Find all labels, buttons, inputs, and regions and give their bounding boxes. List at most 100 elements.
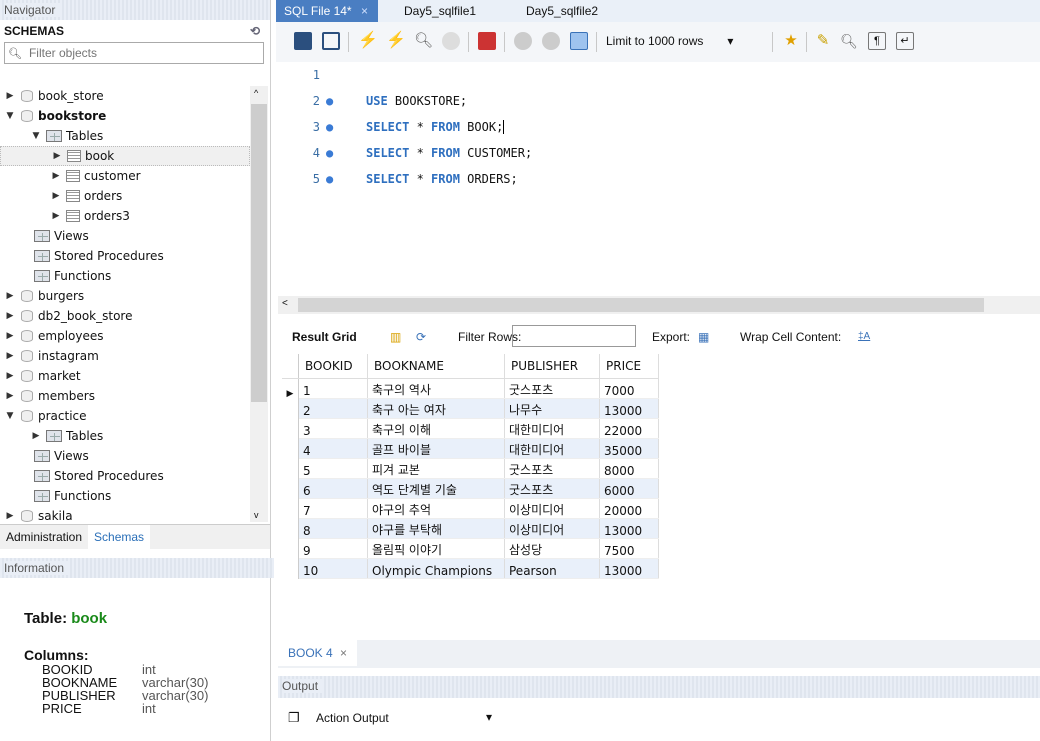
grid-cell[interactable]: 8000 [599, 458, 659, 479]
close-icon[interactable]: × [340, 646, 347, 660]
tree-item[interactable]: ▶ book [0, 146, 250, 166]
grid-cell[interactable]: 13000 [599, 398, 659, 419]
copy-icon[interactable]: ❐ [288, 710, 300, 726]
grid-cell[interactable]: 20000 [599, 498, 659, 519]
grid-cell[interactable]: 7500 [599, 538, 659, 559]
tree-item[interactable]: ▼ bookstore [0, 106, 250, 126]
row-header[interactable] [282, 498, 299, 519]
chevron-right-icon[interactable]: ▶ [30, 426, 42, 446]
chevron-right-icon[interactable]: ▶ [50, 186, 62, 206]
grid-cell[interactable]: 35000 [599, 438, 659, 459]
column-header[interactable]: PUBLISHER [504, 354, 600, 379]
row-header[interactable] [282, 538, 299, 559]
tree-item[interactable]: Functions [0, 266, 250, 286]
tab-day5-sqlfile1[interactable]: Day5_sqlfile1 [404, 0, 476, 22]
tree-item[interactable]: ▶ instagram [0, 346, 250, 366]
table-row[interactable]: 7 야구의 추억 이상미디어 20000 [282, 498, 659, 519]
chevron-down-icon[interactable]: ▼ [30, 126, 42, 146]
chevron-down-icon[interactable]: ▼ [4, 406, 16, 426]
grid-cell[interactable]: 5 [298, 458, 368, 479]
table-row[interactable]: 10 Olympic Champions Pearson 13000 [282, 558, 659, 579]
editor-hscroll-thumb[interactable] [298, 298, 984, 312]
table-row[interactable]: 6 역도 단계별 기술 굿스포츠 6000 [282, 478, 659, 499]
error-toggle-icon[interactable] [478, 32, 496, 50]
chevron-right-icon[interactable]: ▶ [50, 206, 62, 226]
chevron-right-icon[interactable]: ▶ [4, 366, 16, 386]
tree-item[interactable]: Functions [0, 486, 250, 506]
tree-item[interactable]: ▶ members [0, 386, 250, 406]
tree-item[interactable]: ▶ employees [0, 326, 250, 346]
execute-icon[interactable]: ⚡ [358, 32, 378, 50]
grid-cell[interactable]: 1 [298, 378, 368, 399]
tree-item[interactable]: ▶ sakila [0, 506, 250, 522]
chevron-right-icon[interactable]: ▶ [4, 86, 16, 106]
grid-cell[interactable]: 대한미디어 [504, 418, 600, 439]
chevron-right-icon[interactable]: ▶ [4, 326, 16, 346]
tree-item[interactable]: Stored Procedures [0, 466, 250, 486]
tab-day5-sqlfile2[interactable]: Day5_sqlfile2 [526, 0, 598, 22]
filter-objects-field[interactable]: 🔍︎ [4, 42, 264, 64]
tree-item[interactable]: ▶ db2_book_store [0, 306, 250, 326]
grid-cell[interactable]: 대한미디어 [504, 438, 600, 459]
code-line[interactable]: 4 ● SELECT * FROM CUSTOMER; [276, 144, 1036, 162]
row-header[interactable] [282, 478, 299, 499]
tree-item[interactable]: ▶ book_store [0, 86, 250, 106]
grid-cell[interactable]: 굿스포츠 [504, 458, 600, 479]
grid-cell[interactable]: 9 [298, 538, 368, 559]
grid-cell[interactable]: 10 [298, 558, 368, 579]
result-grid[interactable]: BOOKID BOOKNAME PUBLISHER PRICE ▶ 1 축구의 역사 굿스포츠… [282, 354, 659, 579]
grid-cell[interactable]: 8 [298, 518, 368, 539]
tree-item[interactable]: Stored Procedures [0, 246, 250, 266]
stop-icon[interactable] [442, 32, 460, 50]
tab-schemas[interactable]: Schemas [88, 525, 151, 549]
grid-cell[interactable]: 6 [298, 478, 368, 499]
scroll-left-icon[interactable]: < [282, 298, 288, 309]
tree-item[interactable]: Views [0, 226, 250, 246]
grid-cell[interactable]: 역도 단계별 기술 [367, 478, 505, 499]
grid-cell[interactable]: 7000 [599, 378, 659, 399]
column-header[interactable]: BOOKID [298, 354, 368, 379]
tree-item[interactable]: Views [0, 446, 250, 466]
grid-cell[interactable]: Olympic Champions [367, 558, 505, 579]
invisible-chars-icon[interactable]: ¶ [868, 32, 886, 50]
tree-item[interactable]: ▼ practice [0, 406, 250, 426]
grid-cell[interactable]: 피겨 교본 [367, 458, 505, 479]
table-row[interactable]: 3 축구의 이해 대한미디어 22000 [282, 418, 659, 439]
chevron-right-icon[interactable]: ▶ [50, 166, 62, 186]
scroll-up-icon[interactable]: ^ [254, 88, 258, 98]
table-row[interactable]: 8 야구를 부탁해 이상미디어 13000 [282, 518, 659, 539]
grid-cell[interactable]: 야구를 부탁해 [367, 518, 505, 539]
tree-scroll-thumb[interactable] [251, 104, 267, 402]
wrap-cell-icon[interactable]: ‡A [858, 324, 870, 350]
table-row[interactable]: 4 골프 바이블 대한미디어 35000 [282, 438, 659, 459]
chevron-right-icon[interactable]: ▶ [4, 386, 16, 406]
open-file-icon[interactable] [294, 32, 312, 50]
filter-rows-input[interactable] [512, 325, 636, 347]
grid-cell[interactable]: 축구의 이해 [367, 418, 505, 439]
chevron-right-icon[interactable]: ▶ [51, 146, 63, 166]
grid-cell[interactable]: 굿스포츠 [504, 378, 600, 399]
tab-book-4[interactable]: BOOK 4 × [278, 640, 358, 666]
rollback-icon[interactable] [542, 32, 560, 50]
beautify-icon[interactable]: ★ [782, 32, 800, 50]
grid-cell[interactable]: Pearson [504, 558, 600, 579]
chevron-right-icon[interactable]: ▶ [4, 506, 16, 522]
autocommit-icon[interactable] [570, 32, 588, 50]
refresh-icon[interactable]: ⟲ [250, 20, 260, 42]
grid-icon[interactable]: ▥ [390, 324, 401, 350]
tab-administration[interactable]: Administration [0, 525, 88, 549]
tree-item[interactable]: ▶ Tables [0, 426, 250, 446]
filter-objects-input[interactable] [24, 46, 263, 60]
column-header[interactable]: PRICE [599, 354, 659, 379]
refresh-icon[interactable]: ⟳ [416, 324, 426, 350]
row-header[interactable] [282, 438, 299, 459]
tab-sql-file-14[interactable]: SQL File 14* × [276, 0, 378, 22]
tree-item[interactable]: ▼ Tables [0, 126, 250, 146]
grid-cell[interactable]: 13000 [599, 558, 659, 579]
chevron-down-icon[interactable]: ▼ [4, 106, 16, 126]
row-header[interactable] [282, 418, 299, 439]
row-header[interactable] [282, 458, 299, 479]
code-line[interactable]: 2 ● USE BOOKSTORE; [276, 92, 1036, 110]
tree-item[interactable]: ▶ orders [0, 186, 250, 206]
grid-cell[interactable]: 올림픽 이야기 [367, 538, 505, 559]
